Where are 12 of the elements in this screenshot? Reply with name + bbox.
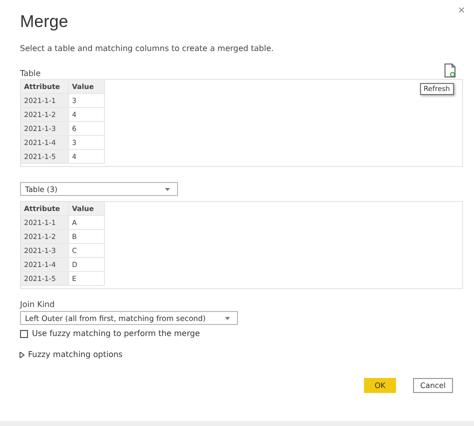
table-label: Table xyxy=(20,69,41,78)
description-text: Select a table and matching columns to create a merged table. xyxy=(20,44,275,53)
document-icon[interactable] xyxy=(444,63,456,78)
join-kind-label: Join Kind xyxy=(20,300,56,309)
checkbox[interactable] xyxy=(20,330,28,338)
dialog-title: Merge xyxy=(20,12,70,32)
caret-icon xyxy=(225,316,230,320)
expand-icon[interactable] xyxy=(19,352,25,358)
fuzzy-options-label[interactable]: Fuzzy matching options xyxy=(28,350,123,359)
checkbox-label[interactable]: Use fuzzy matching to perform the merge xyxy=(32,329,200,338)
caret-icon xyxy=(165,188,170,190)
close-button[interactable]: × xyxy=(456,3,467,17)
